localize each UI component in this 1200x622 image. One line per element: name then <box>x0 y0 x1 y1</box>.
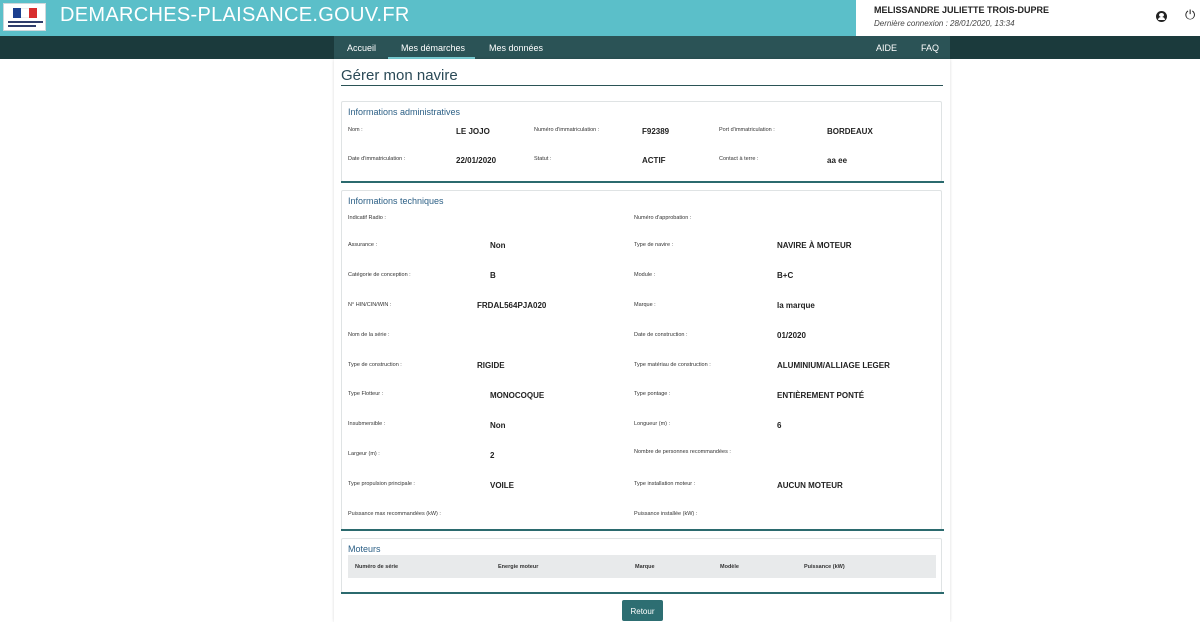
field-value: aa ee <box>827 156 848 165</box>
field-label: N° HIN/CIN/WIN : <box>348 302 392 308</box>
field-label: Numéro d'immatriculation : <box>534 127 600 133</box>
title-divider <box>341 85 943 86</box>
field-value: BORDEAUX <box>827 127 873 136</box>
field-label: Type pontage : <box>634 391 671 397</box>
field-value: F92389 <box>642 127 670 136</box>
field-label: Puissance max recommandées (kW) : <box>348 511 441 517</box>
field-value: la marque <box>777 301 815 310</box>
site-title[interactable]: DEMARCHES-PLAISANCE.GOUV.FR <box>60 4 410 27</box>
column-header: Marque <box>635 564 655 570</box>
field-value: 22/01/2020 <box>456 156 497 165</box>
header-bar: DEMARCHES-PLAISANCE.GOUV.FR <box>0 0 856 36</box>
section-title: Moteurs <box>348 544 381 554</box>
field-label: Date d'immatriculation : <box>348 156 406 162</box>
section-divider <box>341 592 944 594</box>
field-label: Type de navire : <box>634 242 674 248</box>
technical-info-section: Informations techniques Indicatif Radio … <box>341 190 942 530</box>
field-label: Marque : <box>634 302 656 308</box>
field-value: ALUMINIUM/ALLIAGE LEGER <box>777 361 890 370</box>
field-value: LE JOJO <box>456 127 490 136</box>
field-label: Type matériau de construction : <box>634 362 711 368</box>
field-value: 2 <box>490 451 495 460</box>
field-value: MONOCOQUE <box>490 391 545 400</box>
field-value: VOILE <box>490 481 515 490</box>
column-header: Energie moteur <box>498 564 539 570</box>
back-button[interactable]: Retour <box>622 600 663 621</box>
field-value: ENTIÈREMENT PONTÉ <box>777 391 865 400</box>
field-label: Puissance installée (kW) : <box>634 511 698 517</box>
power-logout-icon[interactable]: ⏻ <box>1185 8 1195 21</box>
field-label: Type installation moteur : <box>634 481 696 487</box>
column-header: Numéro de série <box>355 564 399 570</box>
field-value: Non <box>490 421 506 430</box>
field-label: Nom de la série : <box>348 332 390 338</box>
field-label: Indicatif Radio : <box>348 215 386 221</box>
field-value: 01/2020 <box>777 331 806 340</box>
section-title: Informations techniques <box>348 196 444 206</box>
field-label: Date de construction : <box>634 332 688 338</box>
admin-info-section: Informations administratives Nom : LE JO… <box>341 101 942 182</box>
field-label: Numéro d'approbation : <box>634 215 692 221</box>
nav-item-aide[interactable]: AIDE <box>876 43 897 53</box>
nav-item-accueil[interactable]: Accueil <box>347 43 376 53</box>
field-label: Insubmersible : <box>348 421 386 427</box>
field-label: Assurance : <box>348 242 378 248</box>
main-navigation: Accueil Mes démarches Mes données AIDE F… <box>0 36 1200 59</box>
motors-section: Moteurs Numéro de série Energie moteur M… <box>341 538 942 593</box>
field-value: B <box>490 271 496 280</box>
field-label: Module : <box>634 272 656 278</box>
field-label: Nombre de personnes recommandées : <box>634 449 731 455</box>
flag-icon <box>13 8 37 18</box>
user-panel: MELISSANDRE JULIETTE TROIS-DUPRE Dernièr… <box>856 0 1200 36</box>
column-header: Modèle <box>720 564 739 570</box>
field-value: FRDAL564PJA020 <box>477 301 547 310</box>
field-label: Statut : <box>534 156 552 162</box>
nav-item-mes-demarches[interactable]: Mes démarches <box>401 43 465 53</box>
field-label: Longueur (m) : <box>634 421 671 427</box>
section-divider <box>341 529 944 531</box>
field-value: ACTIF <box>642 156 666 165</box>
field-value: 6 <box>777 421 782 430</box>
field-label: Type de construction : <box>348 362 402 368</box>
field-label: Contact à terre : <box>719 156 759 162</box>
page-title: Gérer mon navire <box>341 67 458 84</box>
field-label: Type Flotteur : <box>348 391 384 397</box>
field-label: Type propulsion principale : <box>348 481 415 487</box>
government-logo[interactable] <box>3 3 46 31</box>
nav-item-mes-donnees[interactable]: Mes données <box>489 43 543 53</box>
column-header: Puissance (kW) <box>804 564 845 570</box>
motors-table-header: Numéro de série Energie moteur Marque Mo… <box>348 555 936 578</box>
field-value: NAVIRE À MOTEUR <box>777 241 852 250</box>
field-value: RIGIDE <box>477 361 505 370</box>
field-value: B+C <box>777 271 794 280</box>
field-value: Non <box>490 241 506 250</box>
section-title: Informations administratives <box>348 107 461 117</box>
main-content: Gérer mon navire Informations administra… <box>334 59 950 622</box>
section-divider <box>341 181 944 183</box>
field-label: Largeur (m) : <box>348 451 380 457</box>
field-value: AUCUN MOTEUR <box>777 481 843 490</box>
user-account-icon[interactable] <box>1156 11 1167 22</box>
field-label: Nom : <box>348 127 363 133</box>
user-name: MELISSANDRE JULIETTE TROIS-DUPRE <box>874 5 1050 15</box>
field-label: Port d'immatriculation : <box>719 127 775 133</box>
last-login: Dernière connexion : 28/01/2020, 13:34 <box>874 19 1015 28</box>
field-label: Catégorie de conception : <box>348 272 411 278</box>
nav-item-faq[interactable]: FAQ <box>921 43 939 53</box>
nav-inner: Accueil Mes démarches Mes données AIDE F… <box>334 36 950 59</box>
